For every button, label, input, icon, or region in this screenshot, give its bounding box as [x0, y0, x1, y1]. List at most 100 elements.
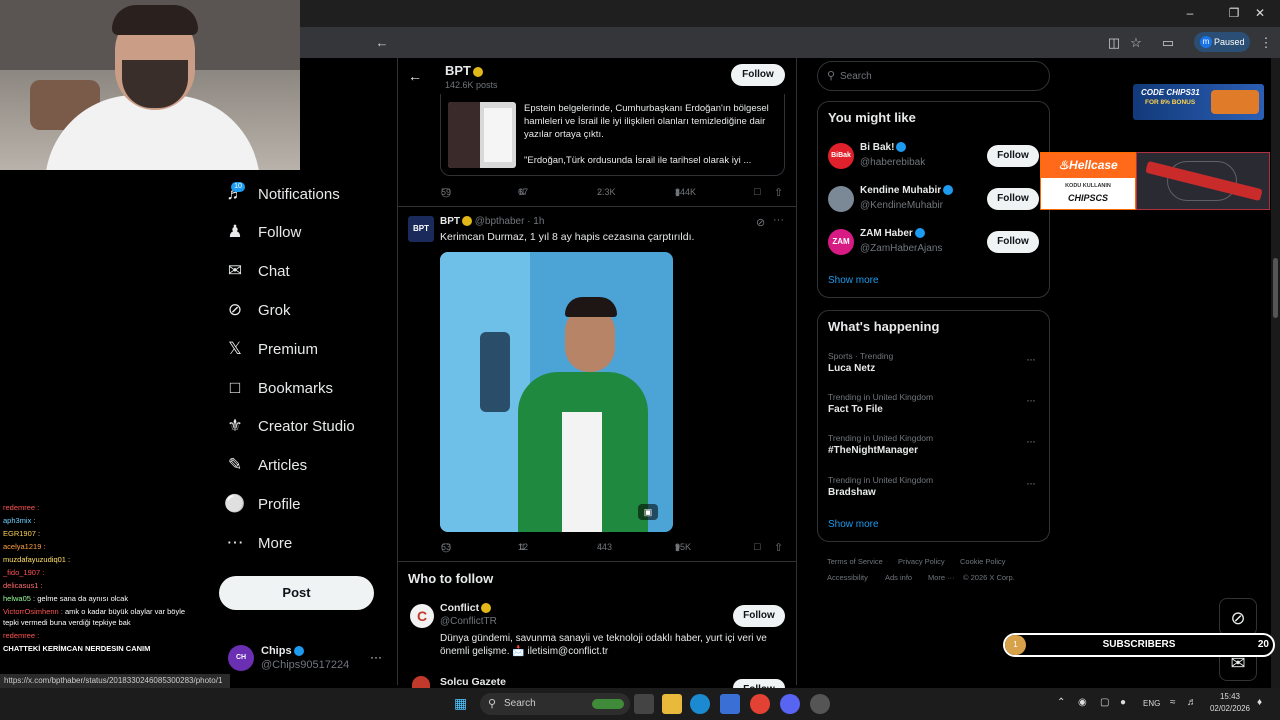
follow-button[interactable]: Follow — [733, 605, 785, 627]
nav-grok[interactable]: ⊘ Grok — [224, 293, 291, 327]
notification-bell-icon[interactable]: ♦ — [1257, 697, 1262, 708]
views-count: 344K — [675, 187, 697, 197]
share-icon[interactable]: ⇧ — [774, 541, 783, 554]
nav-follow[interactable]: ♟ Follow — [224, 215, 301, 249]
clock-time[interactable]: 15:43 — [1209, 692, 1251, 701]
show-more-link[interactable]: Show more — [828, 275, 879, 286]
nav-creator-studio[interactable]: ⚜ Creator Studio — [224, 409, 354, 443]
close-icon[interactable]: ✕ — [1250, 4, 1270, 22]
follow-button[interactable]: Follow — [987, 188, 1039, 210]
notifications-badge: 10 — [231, 182, 245, 192]
photo-alt-icon[interactable]: ▣ — [638, 504, 658, 520]
nav-articles[interactable]: ✎ Articles — [224, 448, 307, 482]
suggestion-name[interactable]: Solcu Gazete — [440, 676, 506, 688]
search-box[interactable]: ⚲ Search — [817, 61, 1050, 91]
zamhaber-avatar[interactable]: ZAM — [828, 229, 854, 255]
bookmark-action-icon[interactable]: □ — [754, 186, 761, 198]
post-button[interactable]: Post — [219, 576, 374, 610]
trend-name[interactable]: #TheNightManager — [828, 445, 918, 456]
tweet-more-icon[interactable]: ··· — [773, 214, 784, 226]
file-explorer-icon[interactable] — [662, 694, 682, 714]
store-icon[interactable] — [720, 694, 740, 714]
extensions-icon[interactable]: ▭ — [1158, 33, 1178, 53]
nav-chat[interactable]: ✉ Chat — [224, 254, 290, 288]
menu-kebab-icon[interactable]: ⋮ — [1256, 33, 1276, 53]
discord-icon[interactable] — [780, 694, 800, 714]
bookmark-star-icon[interactable]: ☆ — [1126, 33, 1146, 53]
repost-count: 12 — [518, 542, 529, 552]
footer-copyright: © 2026 X Corp. — [963, 573, 1015, 582]
bookmark-action-icon[interactable]: □ — [754, 541, 761, 553]
subscribers-goal: 20 — [1257, 639, 1269, 650]
volume-icon[interactable]: ♬ — [1187, 697, 1197, 708]
account-name[interactable]: Chips — [261, 645, 304, 657]
verified-icon — [914, 228, 925, 239]
trend-more-icon[interactable]: ··· — [1026, 393, 1036, 407]
profile-button[interactable]: m Paused — [1194, 32, 1250, 52]
header-follow-button[interactable]: Follow — [731, 64, 785, 86]
nav-profile[interactable]: ⚪ Profile — [224, 487, 300, 521]
solcu-avatar[interactable] — [412, 676, 430, 688]
chat-line: redemree : — [3, 631, 40, 640]
chrome-icon[interactable] — [750, 694, 770, 714]
nav-premium[interactable]: 𝕏 Premium — [224, 332, 318, 366]
show-more-link[interactable]: Show more — [828, 519, 879, 530]
suggestion-name[interactable]: Bi Bak! — [860, 142, 907, 153]
trend-name[interactable]: Bradshaw — [828, 487, 876, 498]
weapon-skin-image — [1136, 152, 1270, 210]
restore-icon[interactable]: ❐ — [1224, 4, 1244, 22]
footer-terms[interactable]: Terms of Service — [827, 557, 883, 566]
hellcase-title: ♨Hellcase — [1041, 153, 1135, 178]
nav-bookmarks[interactable]: □ Bookmarks — [224, 371, 333, 405]
grok-float-icon[interactable]: ⊘ — [1219, 598, 1257, 636]
bibak-avatar[interactable]: BiBak — [828, 143, 854, 169]
footer-accessibility[interactable]: Accessibility — [827, 573, 868, 582]
conflict-avatar[interactable]: C — [410, 604, 434, 628]
creator-icon: ⚜ — [227, 416, 243, 435]
tray-app-icon[interactable]: ▢ — [1100, 697, 1109, 708]
edge-icon[interactable] — [690, 694, 710, 714]
share-icon[interactable]: ⇧ — [774, 186, 783, 199]
cast-icon[interactable]: ◫ — [1104, 33, 1124, 53]
account-menu-icon[interactable]: ··· — [370, 650, 382, 664]
grok-tweet-icon[interactable]: ⊘ — [756, 216, 765, 229]
trend-more-icon[interactable]: ··· — [1026, 476, 1036, 490]
tray-discord-icon[interactable]: ◉ — [1078, 697, 1087, 708]
taskbar-search[interactable]: ⚲ Search — [480, 693, 630, 715]
taskbar-search-label: Search — [504, 698, 536, 709]
trend-name[interactable]: Fact To File — [828, 404, 883, 415]
follow-button[interactable]: Follow — [733, 679, 785, 688]
obs-icon[interactable] — [810, 694, 830, 714]
scrollbar-thumb[interactable] — [1273, 258, 1278, 318]
footer-cookie[interactable]: Cookie Policy — [960, 557, 1005, 566]
suggestion-name[interactable]: Conflict — [440, 602, 492, 614]
minimize-icon[interactable]: – — [1180, 4, 1200, 22]
back-arrow-icon[interactable]: ← — [372, 33, 392, 53]
suggestion-name[interactable]: Kendine Muhabir — [860, 185, 954, 196]
bpt-avatar[interactable]: BPT — [408, 216, 434, 242]
trend-name[interactable]: Luca Netz — [828, 363, 875, 374]
microphone-icon[interactable]: ● — [1120, 697, 1126, 708]
trend-more-icon[interactable]: ··· — [1026, 352, 1036, 366]
nav-more[interactable]: ⋯ More — [224, 526, 293, 560]
language-indicator[interactable]: ENG — [1143, 699, 1160, 708]
task-view-icon[interactable] — [634, 694, 654, 714]
kendinemuhabir-avatar[interactable] — [828, 186, 854, 212]
suggestion-name[interactable]: ZAM Haber — [860, 228, 925, 239]
nav-label: More — [258, 534, 293, 552]
clock-date[interactable]: 02/02/2026 — [1206, 704, 1254, 713]
tweet-photo[interactable]: ▣ — [440, 252, 673, 532]
footer-privacy[interactable]: Privacy Policy — [898, 557, 945, 566]
suggestion-handle: @ZamHaberAjans — [860, 243, 943, 254]
trend-more-icon[interactable]: ··· — [1026, 434, 1036, 448]
wifi-icon[interactable]: ≈ — [1170, 697, 1176, 708]
back-icon[interactable]: ← — [408, 68, 422, 84]
hellcase-flame-icon: ♨ — [1058, 158, 1070, 172]
footer-ads[interactable]: Ads info — [885, 573, 912, 582]
tray-chevron-icon[interactable]: ⌃ — [1057, 697, 1065, 708]
follow-button[interactable]: Follow — [987, 231, 1039, 253]
follow-button[interactable]: Follow — [987, 145, 1039, 167]
scrollbar[interactable] — [1271, 58, 1280, 688]
footer-more[interactable]: More ··· — [928, 573, 955, 582]
windows-start-icon[interactable]: ▦ — [454, 695, 467, 712]
